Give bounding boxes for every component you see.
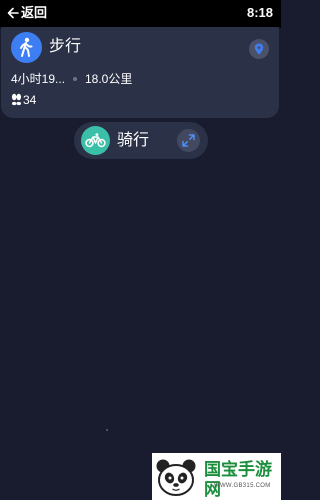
- expand-arrows-icon: [182, 134, 195, 147]
- walking-icon-badge: [11, 32, 42, 63]
- back-arrow-icon[interactable]: [6, 5, 20, 21]
- distance-value: 18.0公里: [85, 72, 133, 86]
- duration-value: 4小时19...: [11, 72, 66, 86]
- watermark: 国宝手游网 WWW.GB315.COM: [152, 453, 281, 500]
- cycling-card[interactable]: 骑行: [74, 122, 208, 159]
- status-time: 8:18: [246, 5, 273, 20]
- background-dot: [106, 429, 108, 431]
- walking-person-icon: [20, 37, 33, 57]
- cycling-title: 骑行: [117, 132, 150, 149]
- steps-value: 34: [23, 93, 37, 107]
- expand-button[interactable]: [177, 129, 200, 152]
- walking-card[interactable]: 步行 4小时19... 18.0公里 34: [1, 27, 279, 118]
- panda-logo-icon: [156, 459, 196, 496]
- watermark-text: 国宝手游网: [204, 460, 272, 499]
- location-button[interactable]: [249, 39, 269, 59]
- separator-dot: [73, 77, 77, 81]
- location-pin-icon: [254, 43, 264, 55]
- back-button[interactable]: 返回: [21, 5, 47, 21]
- walking-title: 步行: [49, 38, 82, 55]
- screen: { "status_bar": { "back_label": "返回", "t…: [0, 0, 281, 500]
- cycling-icon-badge: [81, 126, 110, 155]
- footprints-icon: [11, 93, 22, 106]
- watermark-url: WWW.GB315.COM: [214, 483, 271, 489]
- bicycle-icon: [85, 133, 106, 148]
- top-bar: 返回 8:18: [0, 0, 281, 28]
